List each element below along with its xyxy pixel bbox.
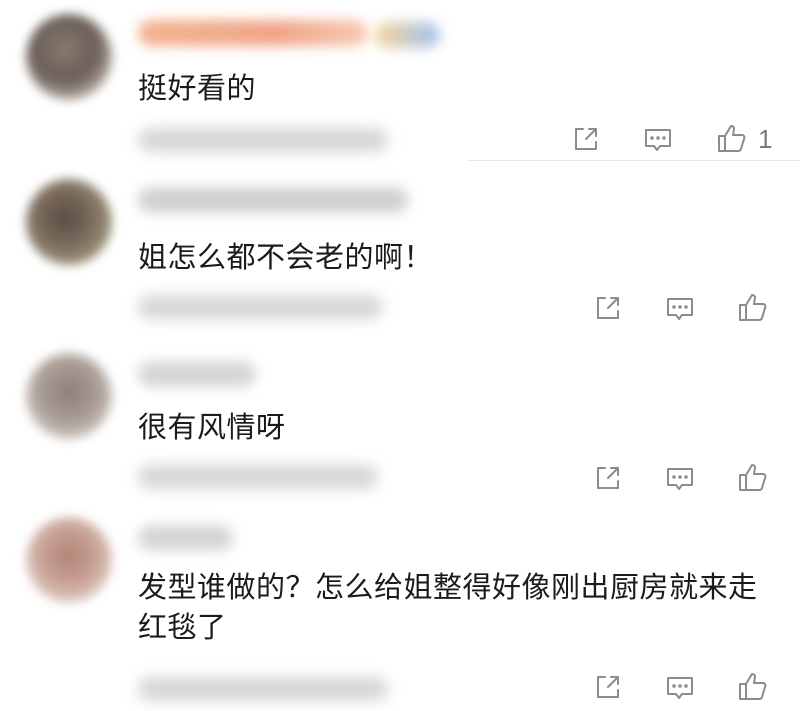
comment-divider [468, 160, 800, 161]
badge-blurred [375, 22, 440, 48]
thumbs-up-icon [739, 294, 767, 321]
share-icon [597, 467, 619, 489]
share-button[interactable] [588, 667, 628, 707]
comment-text: 挺好看的 [138, 71, 257, 105]
share-icon [597, 676, 619, 698]
comment-meta-blurred [138, 677, 388, 701]
username-blurred[interactable] [138, 187, 408, 213]
avatar[interactable] [26, 14, 112, 100]
comment-text: 发型谁做的？怎么给姐整得好像刚出厨房就来走红毯了 [138, 570, 758, 644]
avatar[interactable] [26, 353, 112, 439]
thumbs-up-icon [739, 464, 767, 491]
comment-actions [588, 458, 788, 498]
reply-button[interactable] [660, 458, 700, 498]
share-icon [597, 297, 619, 319]
reply-button[interactable] [638, 119, 678, 159]
share-icon [575, 128, 597, 150]
comment-actions [588, 667, 788, 707]
like-button[interactable] [733, 458, 773, 498]
comment-item: 发型谁做的？怎么给姐整得好像刚出厨房就来走红毯了 [0, 505, 800, 711]
like-count: 1 [758, 124, 773, 154]
avatar[interactable] [26, 517, 112, 603]
username-blurred[interactable] [138, 361, 256, 387]
like-button[interactable] [733, 288, 773, 328]
comment-icon [667, 468, 693, 490]
comment-item: 挺好看的 1 [0, 0, 800, 165]
username-blurred[interactable] [138, 20, 368, 46]
like-button[interactable] [733, 667, 773, 707]
reply-button[interactable] [660, 667, 700, 707]
comment-text: 很有风情呀 [138, 410, 286, 444]
comment-item: 姐怎么都不会老的啊！ [0, 165, 800, 335]
comment-icon [645, 129, 671, 151]
comment-icon [667, 677, 693, 699]
avatar[interactable] [26, 179, 112, 265]
share-button[interactable] [588, 458, 628, 498]
comment-item: 很有风情呀 [0, 335, 800, 505]
share-button[interactable] [566, 119, 606, 159]
comment-meta-blurred [138, 128, 388, 152]
comment-text: 姐怎么都不会老的啊！ [138, 240, 434, 274]
thumbs-up-icon [739, 673, 767, 700]
like-button[interactable] [712, 119, 752, 159]
comment-actions [588, 288, 788, 328]
reply-button[interactable] [660, 288, 700, 328]
comment-meta-blurred [138, 295, 383, 319]
thumbs-up-icon [718, 125, 746, 152]
share-button[interactable] [588, 288, 628, 328]
username-blurred[interactable] [138, 525, 233, 551]
comment-icon [667, 298, 693, 320]
comment-actions: 1 [566, 119, 786, 159]
comment-meta-blurred [138, 465, 378, 489]
